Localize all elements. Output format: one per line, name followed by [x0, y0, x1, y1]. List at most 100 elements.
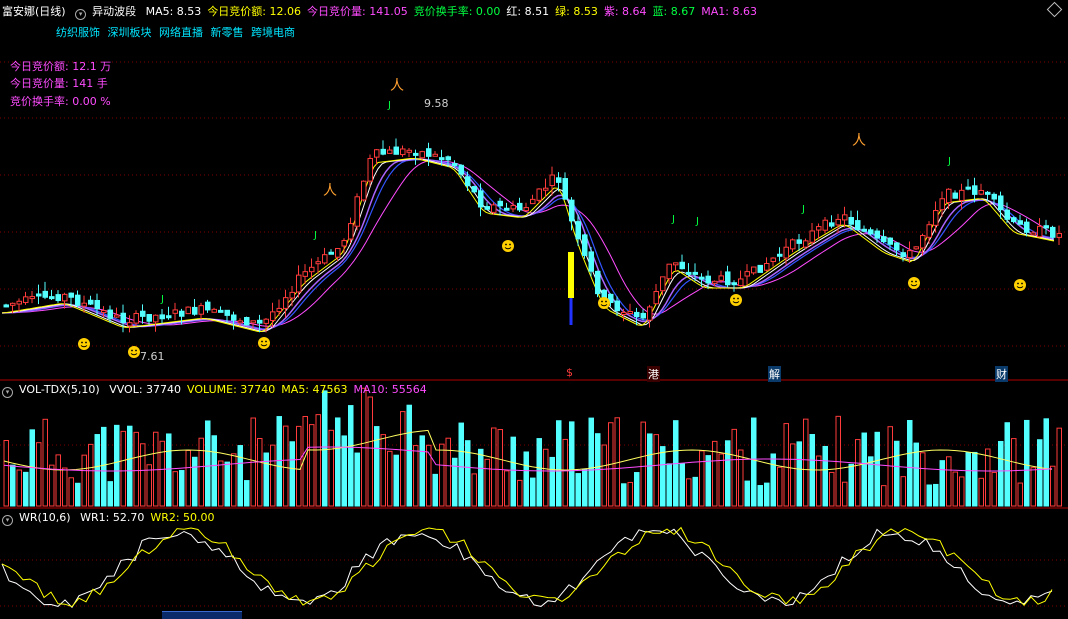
volume-bar	[939, 460, 945, 507]
volume-bar	[458, 422, 464, 507]
volume-bar	[601, 444, 607, 507]
candle-body	[842, 214, 848, 221]
stock-name[interactable]: 富安娜(日线)	[2, 5, 66, 18]
vol-indicator-name[interactable]: VOL-TDX(5,10)	[19, 383, 100, 396]
indicator-toggle-icon[interactable]: ▾	[75, 9, 87, 20]
candle-body	[445, 156, 451, 161]
volume-bar	[575, 473, 581, 507]
candle-body	[400, 148, 406, 156]
smiley-eye	[733, 297, 735, 300]
vol-header-item: MA5: 47563	[281, 383, 348, 396]
candle-body	[809, 230, 815, 243]
candle-body	[569, 199, 575, 222]
candle-body	[900, 252, 906, 258]
header-item: MA1: 8.63	[701, 5, 757, 18]
candle-body	[920, 235, 926, 249]
wr-indicator-name[interactable]: WR(10,6)	[19, 511, 71, 524]
sector-tag[interactable]: 网络直播	[159, 26, 203, 39]
candle-body	[484, 206, 490, 210]
volume-bar	[900, 476, 906, 507]
volume-bar	[114, 424, 120, 507]
candle-body	[88, 299, 94, 305]
candle-body	[731, 282, 737, 286]
candle-body	[718, 275, 724, 281]
candle-body	[55, 294, 61, 302]
header-item: 蓝: 8.67	[652, 5, 696, 18]
sector-tag[interactable]: 纺织服饰	[56, 26, 100, 39]
volume-bar	[244, 480, 250, 507]
volume-bar	[1037, 439, 1043, 507]
wr-header-item: WR1: 52.70	[80, 511, 145, 524]
vol-toggle-icon[interactable]: ▾	[2, 387, 13, 398]
volume-bar	[621, 483, 627, 507]
volume-bar	[562, 438, 568, 507]
volume-bar	[153, 431, 159, 507]
volume-bar	[120, 430, 126, 507]
sector-tag[interactable]: 新零售	[211, 26, 244, 39]
candle-body	[413, 152, 419, 156]
candle-body	[244, 317, 250, 326]
candle-body	[562, 178, 568, 200]
volume-bar	[367, 396, 373, 507]
candle-body	[517, 202, 523, 211]
header-item: 紫: 8.64	[603, 5, 647, 18]
volume-bar	[991, 471, 997, 507]
volume-bar	[237, 445, 243, 507]
volume-bar	[101, 426, 107, 507]
candle-body	[712, 280, 718, 284]
wr-toggle-icon[interactable]: ▾	[2, 515, 13, 526]
event-tag-unlock[interactable]: 解	[768, 366, 781, 382]
volume-bar	[23, 471, 29, 507]
indicator-name[interactable]: 异动波段	[92, 5, 136, 18]
volume-bar	[569, 421, 575, 507]
candle-body	[49, 296, 55, 300]
volume-bar	[107, 481, 113, 507]
volume-bar	[445, 437, 451, 507]
event-tag-finance[interactable]: 财	[995, 366, 1008, 382]
candle-body	[380, 148, 386, 155]
sector-tag[interactable]: 跨境电商	[251, 26, 295, 39]
candle-body	[101, 310, 107, 314]
header-item: 今日竞价额: 12.06	[207, 5, 302, 18]
volume-bar	[471, 473, 477, 507]
candle-body	[185, 306, 191, 315]
volume-bar	[322, 390, 328, 507]
candle-body	[302, 271, 308, 277]
volume-bar	[1017, 482, 1023, 507]
candle-body	[62, 293, 68, 302]
smiley-eye	[135, 349, 137, 352]
volume-bar	[796, 441, 802, 507]
event-tag-hk[interactable]: 港	[647, 366, 660, 382]
candle-body	[426, 148, 432, 157]
candle-body	[75, 294, 81, 306]
smiley-icon	[502, 240, 514, 252]
volume-bar	[309, 424, 315, 507]
volume-bar	[744, 480, 750, 507]
volume-bar	[536, 438, 542, 507]
volume-bar	[283, 425, 289, 507]
candle-body	[120, 312, 126, 324]
smiley-eye	[601, 300, 603, 303]
runner-icon: 人	[852, 133, 866, 149]
volume-bar	[341, 435, 347, 507]
event-tag-dividend[interactable]: $	[566, 366, 573, 379]
volume-bar	[42, 418, 48, 507]
header-item: 今日竞价量: 141.05	[307, 5, 408, 18]
candle-body	[816, 226, 822, 231]
j-signal-icon: J	[947, 156, 951, 167]
volume-bar	[146, 464, 152, 507]
candle-body	[504, 207, 510, 211]
volume-bar	[985, 448, 991, 507]
candle-body	[439, 157, 445, 161]
vol-header-item: VOLUME: 37740	[187, 383, 276, 396]
volume-bar	[75, 482, 81, 507]
volume-bar	[198, 437, 204, 507]
candle-body	[647, 306, 653, 321]
candle-body	[263, 318, 269, 324]
sector-tag[interactable]: 深圳板块	[108, 26, 152, 39]
candle-body	[361, 180, 367, 201]
volume-bar	[523, 451, 529, 507]
volume-bar	[510, 436, 516, 507]
candle-body	[894, 242, 900, 251]
volume-bar	[998, 440, 1004, 507]
